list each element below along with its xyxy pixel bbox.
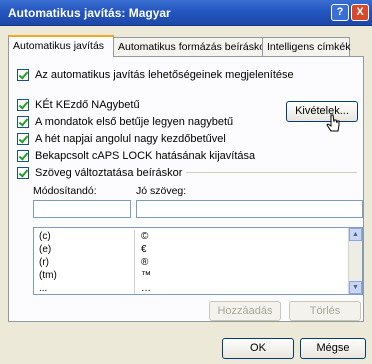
with-input[interactable] (136, 200, 363, 218)
option-capitalize-sentence[interactable]: A mondatok első betűje legyen nagybetű (17, 114, 233, 129)
replace-field-label: Módosítandó: (33, 185, 97, 197)
option-replace-text[interactable]: Szöveg változtatása beíráskor (17, 165, 187, 180)
list-item[interactable]: (c) © (34, 230, 350, 243)
option-two-initial-caps[interactable]: KÉt KEzdő NAgybetű (17, 97, 140, 112)
list-item[interactable]: (tm) ™ (34, 269, 350, 282)
tab-autoformat[interactable]: Automatikus formázás beíráskor (113, 37, 269, 56)
capitalize-sentence-checkbox[interactable] (17, 115, 29, 128)
title-bar: Automatikus javítás: Magyar ? X (0, 0, 372, 26)
replacement-list[interactable]: (c) © (e) € (r) ® (tm) ™ ... … ▲ ▼ (33, 227, 363, 295)
cancel-button[interactable]: Mégse (300, 338, 366, 359)
tab-smart-tags[interactable]: Intelligens címkék (262, 37, 350, 56)
add-button[interactable]: Hozzáadás (209, 301, 281, 321)
list-scrollbar[interactable]: ▲ ▼ (348, 228, 362, 294)
show-buttons-checkbox[interactable] (17, 68, 29, 81)
window-title: Automatikus javítás: Magyar (8, 6, 171, 20)
list-item[interactable]: (r) ® (34, 256, 350, 269)
list-item[interactable]: (e) € (34, 243, 350, 256)
option-caps-lock[interactable]: Bekapcsolt cAPS LOCK hatásának kijavítás… (17, 148, 255, 163)
capitalize-sentence-label: A mondatok első betűje legyen nagybetű (35, 115, 234, 128)
mouse-cursor-icon (326, 114, 340, 132)
scroll-up-icon[interactable]: ▲ (349, 228, 362, 241)
tab-strip: Automatikus javítás Automatikus formázás… (8, 35, 364, 57)
close-button[interactable]: X (351, 4, 369, 21)
replace-text-checkbox[interactable] (17, 166, 29, 179)
show-buttons-label: Az automatikus javítás lehetőségeinek me… (35, 68, 294, 81)
capitalize-days-label: A hét napjai angolul nagy kezdőbetűvel (35, 132, 226, 145)
list-item[interactable]: ... … (34, 282, 350, 294)
option-show-buttons[interactable]: Az automatikus javítás lehetőségeinek me… (17, 67, 294, 82)
with-field-label: Jó szöveg: (136, 185, 187, 197)
option-capitalize-days[interactable]: A hét napjai angolul nagy kezdőbetűvel (17, 131, 226, 146)
replace-text-label: Szöveg változtatása beíráskor (35, 166, 183, 179)
tab-panel: Az automatikus javítás lehetőségeinek me… (8, 56, 364, 322)
delete-button[interactable]: Törlés (289, 301, 361, 321)
help-button[interactable]: ? (331, 4, 349, 21)
exceptions-button[interactable]: Kivételek... (286, 101, 358, 122)
caps-lock-checkbox[interactable] (17, 149, 29, 162)
capitalize-days-checkbox[interactable] (17, 132, 29, 145)
two-initial-caps-checkbox[interactable] (17, 98, 29, 111)
ok-button[interactable]: OK (222, 338, 294, 359)
caps-lock-label: Bekapcsolt cAPS LOCK hatásának kijavítás… (35, 149, 256, 162)
scroll-down-icon[interactable]: ▼ (349, 281, 362, 294)
two-initial-caps-label: KÉt KEzdő NAgybetű (35, 98, 140, 111)
replace-input[interactable] (33, 200, 131, 218)
tab-autocorrect[interactable]: Automatikus javítás (8, 35, 114, 57)
